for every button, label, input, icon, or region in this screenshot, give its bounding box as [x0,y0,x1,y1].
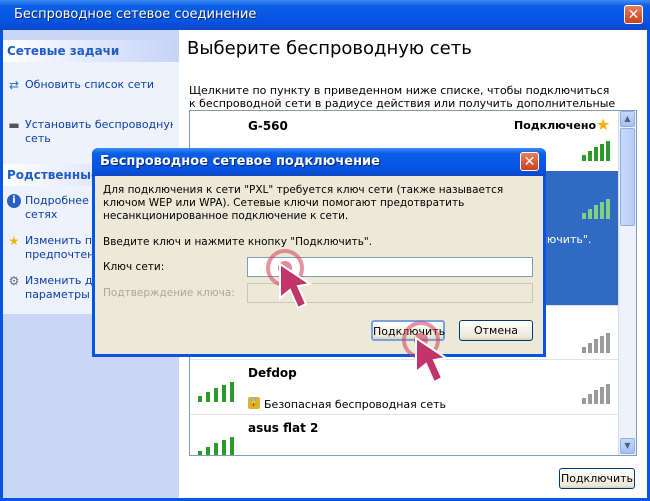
lock-icon: 🔒 [248,397,260,409]
preferred-star-icon: ★ [596,115,611,134]
refresh-icon: ⇄ [8,78,20,92]
network-security-text: 🔒 Безопасная беспроводная сеть [248,397,446,411]
network-name: G-560 [248,119,288,133]
scroll-down-button[interactable]: ▼ [620,438,635,454]
dialog-body: Для подключения к сети "PXL" требуется к… [95,176,543,354]
close-icon: ✕ [627,7,640,23]
gear-icon: ⚙ [8,274,20,288]
star-icon: ★ [8,234,20,248]
scroll-up-button[interactable]: ▲ [620,111,635,127]
dialog-description: Для подключения к сети "PXL" требуется к… [103,184,504,222]
scroll-thumb[interactable] [620,128,635,226]
network-tasks-header: Сетевые задачи [3,40,179,62]
signal-strength-icon [582,141,612,161]
network-list-scrollbar[interactable]: ▲ ▼ [618,111,636,455]
network-setup-icon: ▬ [8,118,20,132]
dialog-title-bar[interactable]: Беспроводное сетевое подключение ✕ [92,148,546,176]
network-name: asus flat 2 [248,421,319,435]
dialog-prompt: Введите ключ и нажмите кнопку "Подключит… [103,236,373,248]
task-setup-wireless-network[interactable]: ▬ Установить беспроводную сеть [7,118,175,146]
network-row-asus-flat-2[interactable]: asus flat 2 [190,415,618,455]
network-row-text-fragment: лючить". [540,233,592,246]
signal-strength-icon [582,333,612,353]
connect-button[interactable]: Подключить [559,468,635,489]
dialog-title: Беспроводное сетевое подключение [100,154,380,169]
network-row-defdop[interactable]: Defdop 🔒 Безопасная беспроводная сеть [190,360,618,415]
signal-strength-icon [582,199,612,219]
network-key-label: Ключ сети: [103,261,165,273]
dialog-cancel-button[interactable]: Отмена [459,320,533,341]
network-key-dialog: Беспроводное сетевое подключение ✕ Для п… [92,148,546,357]
window-title: Беспроводное сетевое соединение [14,7,257,22]
pointer-arrow-icon [279,262,312,310]
info-icon: i [7,194,21,208]
network-name: Defdop [248,366,297,380]
close-icon: ✕ [523,154,536,170]
page-title: Выберите беспроводную сеть [187,38,472,59]
task-refresh-network-list[interactable]: ⇄ Обновить список сети [7,78,175,92]
window-close-button[interactable]: ✕ [624,5,643,24]
signal-strength-icon [198,382,242,402]
window-title-bar[interactable]: Беспроводное сетевое соединение ✕ [0,0,650,30]
network-status: Подключено [514,119,597,132]
dialog-close-button[interactable]: ✕ [520,152,539,171]
signal-strength-icon [198,437,242,455]
confirm-key-label: Подтверждение ключа: [103,287,235,299]
pointer-arrow-icon [415,336,448,384]
signal-strength-icon [582,384,612,404]
